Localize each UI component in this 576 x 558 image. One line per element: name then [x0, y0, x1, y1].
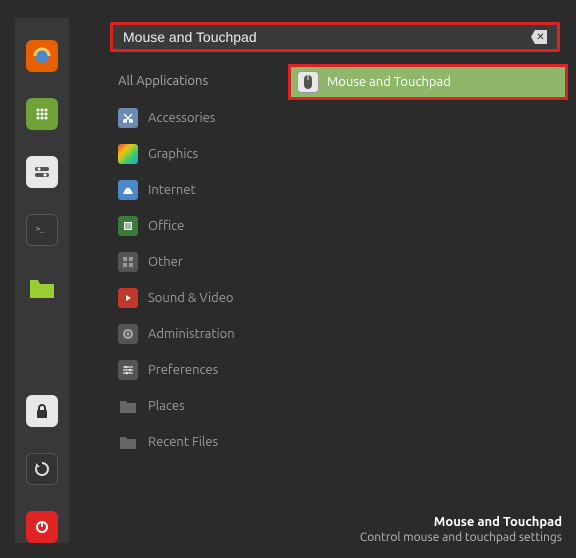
recent-files-icon [118, 432, 138, 452]
launcher-panel: >_ [15, 18, 69, 543]
category-label: Places [148, 399, 185, 413]
category-label: All Applications [118, 74, 208, 88]
category-label: Preferences [148, 363, 218, 377]
power-icon[interactable] [26, 511, 58, 543]
places-icon [118, 396, 138, 416]
internet-icon [118, 180, 138, 200]
files-icon[interactable] [26, 272, 58, 304]
administration-icon [118, 324, 138, 344]
reload-icon[interactable] [26, 453, 58, 485]
category-graphics[interactable]: Graphics [118, 136, 288, 172]
category-sound-video[interactable]: Sound & Video [118, 280, 288, 316]
scissors-icon [118, 108, 138, 128]
office-icon [118, 216, 138, 236]
clear-search-icon[interactable]: ✕ [531, 30, 547, 44]
graphics-icon [118, 144, 138, 164]
start-menu: ✕ All Applications Accessories Graphics … [80, 0, 576, 558]
category-label: Sound & Video [148, 291, 234, 305]
lock-icon[interactable] [26, 395, 58, 427]
footer-title: Mouse and Touchpad [360, 515, 562, 529]
category-label: Other [148, 255, 183, 269]
category-label: Office [148, 219, 184, 233]
category-label: Recent Files [148, 435, 218, 449]
sound-video-icon [118, 288, 138, 308]
category-accessories[interactable]: Accessories [118, 100, 288, 136]
settings-panel-icon[interactable] [26, 156, 58, 188]
category-list: All Applications Accessories Graphics In… [118, 66, 288, 460]
category-other[interactable]: Other [118, 244, 288, 280]
mouse-icon [297, 71, 319, 93]
terminal-icon[interactable]: >_ [26, 214, 58, 246]
category-label: Accessories [148, 111, 215, 125]
firefox-icon[interactable] [26, 40, 58, 72]
result-mouse-and-touchpad[interactable]: Mouse and Touchpad [288, 64, 568, 100]
category-internet[interactable]: Internet [118, 172, 288, 208]
preferences-icon [118, 360, 138, 380]
category-recent-files[interactable]: Recent Files [118, 424, 288, 460]
category-label: Graphics [148, 147, 198, 161]
description-footer: Mouse and Touchpad Control mouse and tou… [360, 515, 562, 544]
category-office[interactable]: Office [118, 208, 288, 244]
search-input[interactable] [123, 29, 531, 45]
result-label: Mouse and Touchpad [327, 75, 451, 89]
search-field-highlight: ✕ [110, 22, 560, 52]
search-results: Mouse and Touchpad [288, 64, 568, 100]
category-preferences[interactable]: Preferences [118, 352, 288, 388]
footer-description: Control mouse and touchpad settings [360, 531, 562, 544]
category-all-applications[interactable]: All Applications [118, 66, 288, 96]
category-label: Administration [148, 327, 235, 341]
other-icon [118, 252, 138, 272]
category-places[interactable]: Places [118, 388, 288, 424]
category-administration[interactable]: Administration [118, 316, 288, 352]
svg-text:>_: >_ [36, 225, 45, 233]
category-label: Internet [148, 183, 196, 197]
apps-icon[interactable] [26, 98, 58, 130]
